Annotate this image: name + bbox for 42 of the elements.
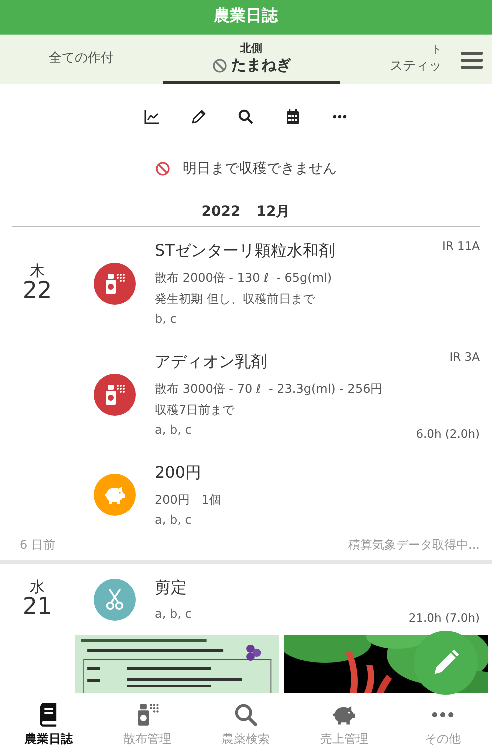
- entry-tags: a, b, c: [155, 513, 480, 527]
- nav-tab[interactable]: 農業日誌: [0, 695, 98, 755]
- calendar-icon[interactable]: [285, 109, 301, 125]
- work-hours: 21.0h (7.0h): [408, 611, 480, 625]
- work-hours: 6.0h (2.0h): [416, 427, 480, 441]
- entry-tags: a, b, c: [155, 607, 409, 621]
- entry-title: 剪定: [155, 578, 188, 599]
- entry-detail: 散布 2000倍 - 130 ℓ - 65g(ml): [155, 270, 334, 287]
- entry-tags: b, c: [155, 312, 442, 326]
- search-icon[interactable]: [238, 109, 254, 125]
- weekday: 木: [30, 264, 45, 280]
- spray-bottle-badge-icon: [94, 262, 136, 304]
- weekday: 水: [30, 580, 45, 596]
- search-icon: [233, 702, 260, 728]
- irac-code: IR 3A: [450, 350, 480, 364]
- harvest-notice: 明日まで収穫できません: [183, 160, 337, 178]
- chart-icon[interactable]: [144, 109, 160, 125]
- entry-title: STゼンターリ顆粒水和剤: [155, 241, 336, 262]
- ban-icon: [155, 161, 171, 177]
- crop-tab[interactable]: ト スティッ: [340, 35, 446, 84]
- spray-bottle-badge-icon: [94, 374, 136, 416]
- app-title: 農業日誌: [213, 5, 280, 27]
- entry-detail: 200円 1個: [155, 492, 223, 509]
- crop-tab[interactable]: 北側 たまねぎ: [163, 35, 340, 84]
- crop-tab[interactable]: 全ての作付: [0, 35, 163, 84]
- entry-tags: a, b, c: [155, 423, 416, 437]
- entry-title: 200円: [155, 463, 203, 484]
- scissors-badge-icon: [94, 578, 136, 620]
- more-icon: [432, 712, 454, 718]
- entry-detail: 収穫7日前まで: [155, 402, 236, 419]
- elapsed-days: 6 日前: [20, 537, 56, 554]
- month-year: 2022: [202, 204, 241, 220]
- day-number: 21: [22, 595, 52, 620]
- piggy-bank-badge-icon: [94, 474, 136, 516]
- day-number: 22: [22, 279, 52, 304]
- month-name: 12月: [256, 203, 290, 221]
- entry-detail: 発生初期 但し、収穫前日まで: [155, 291, 316, 308]
- pencil-icon[interactable]: [191, 109, 207, 125]
- entry-title: アディオン乳剤: [155, 352, 268, 373]
- entry-detail: 散布 3000倍 - 70 ℓ - 23.3g(ml) - 256円: [155, 381, 384, 398]
- irac-code: IR 11A: [442, 239, 480, 253]
- weather-status: 積算気象データ取得中...: [348, 537, 480, 554]
